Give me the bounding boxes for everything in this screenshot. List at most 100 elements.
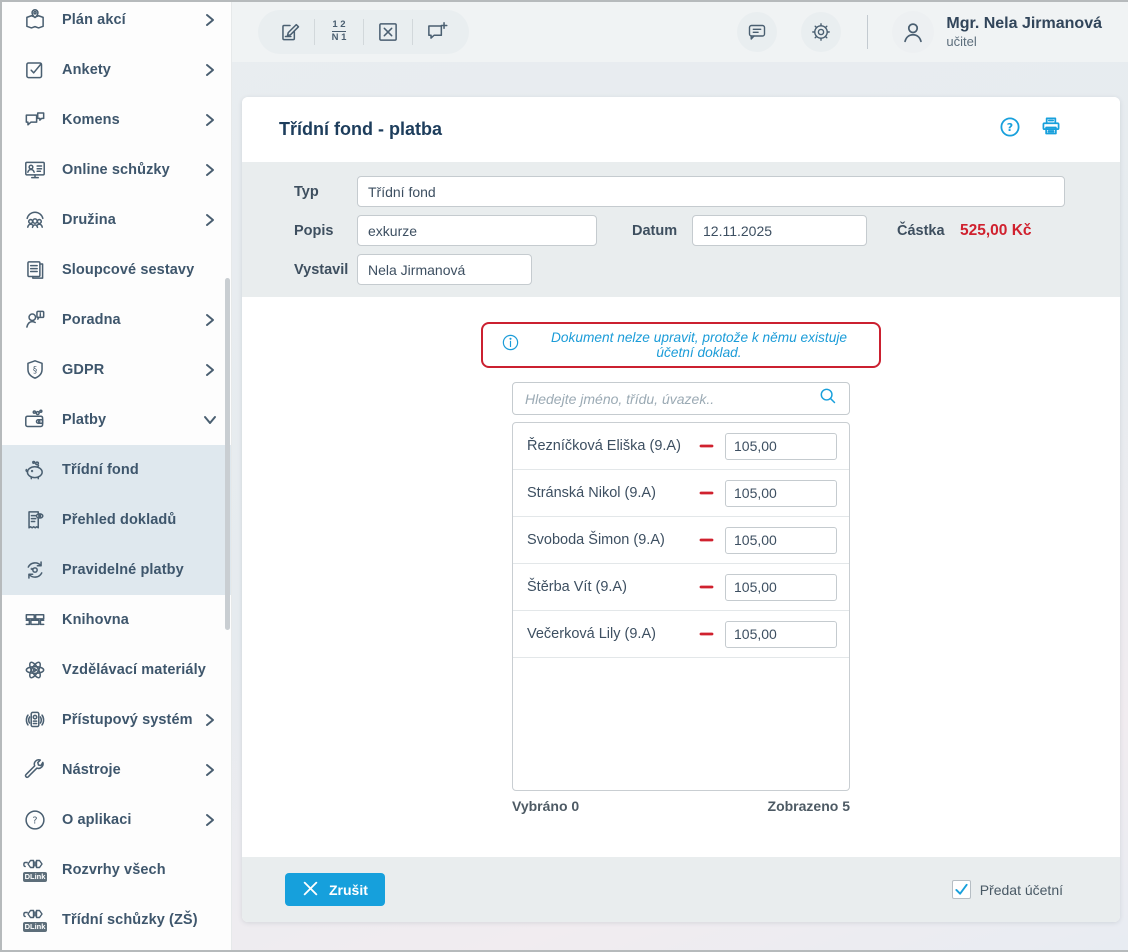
sidebar-item-nastroje[interactable]: Nástroje <box>2 745 231 795</box>
sidebar-item-label: Knihovna <box>62 612 217 628</box>
sidebar-item-o-aplikaci[interactable]: ? O aplikaci <box>2 795 231 845</box>
payment-panel: Třídní fond - platba ? Typ Popis Datum Č… <box>242 97 1120 922</box>
class-book-edit-button[interactable] <box>266 10 314 54</box>
topbar-right: Mgr. Nela Jirmanová učitel <box>713 11 1102 53</box>
settings-button[interactable] <box>801 12 841 52</box>
selected-count: Vybráno 0 <box>512 798 579 814</box>
sidebar-item-tridni-schuzky[interactable]: DLink Třídní schůzky (ZŠ) <box>2 895 231 945</box>
student-amount-input[interactable] <box>725 527 837 554</box>
sidebar-item-label: Třídní fond <box>62 462 217 478</box>
sidebar-item-label: Komens <box>62 112 203 128</box>
student-amount-input[interactable] <box>725 574 837 601</box>
sidebar-item-pravidelne-platby[interactable]: Pravidelné platby <box>2 545 231 595</box>
sidebar-item-rozvrhy-vsech[interactable]: DLink Rozvrhy všech <box>2 845 231 895</box>
help-icon[interactable]: ? <box>998 115 1022 144</box>
students-list: Řezníčková Eliška (9.A) Stránská Nikol (… <box>512 422 850 791</box>
sidebar-item-label: Ankety <box>62 62 203 78</box>
datum-input[interactable] <box>692 215 867 246</box>
panel-header: Třídní fond - platba ? <box>242 97 1120 162</box>
chevron-right-icon <box>203 13 217 27</box>
chat-bubbles-icon <box>17 107 53 133</box>
panel-content: Dokument nelze upravit, protože k němu e… <box>242 297 1120 857</box>
grades-icon: 1 2 N 1 <box>332 20 347 44</box>
remove-icon[interactable] <box>699 537 715 543</box>
sidebar-item-online-schuzky[interactable]: Online schůzky <box>2 145 231 195</box>
sidebar-item-gdpr[interactable]: § GDPR <box>2 345 231 395</box>
sidebar-item-pristupovy-system[interactable]: Přístupový systém <box>2 695 231 745</box>
student-amount-input[interactable] <box>725 621 837 648</box>
sidebar-item-komens[interactable]: Komens <box>2 95 231 145</box>
sidebar-item-platby[interactable]: Platby <box>2 395 231 445</box>
students-section: Řezníčková Eliška (9.A) Stránská Nikol (… <box>512 382 850 814</box>
student-amount-input[interactable] <box>725 480 837 507</box>
user-name: Mgr. Nela Jirmanová <box>946 15 1102 33</box>
app-window: Plán akcí Ankety Komens Online schůzky <box>2 2 1126 950</box>
sidebar-item-prehled-dokladu[interactable]: Přehled dokladů <box>2 495 231 545</box>
chevron-right-icon <box>203 63 217 77</box>
user-info[interactable]: Mgr. Nela Jirmanová učitel <box>946 15 1102 49</box>
sidebar-item-label: Sloupcové sestavy <box>62 262 217 278</box>
video-meeting-icon <box>17 157 53 183</box>
sidebar-item-knihovna[interactable]: Knihovna <box>2 595 231 645</box>
user-avatar[interactable] <box>892 11 934 53</box>
payment-form: Typ Popis Datum Částka 525,00 Kč Vystavi… <box>242 162 1120 297</box>
close-icon <box>302 880 319 900</box>
sidebar-item-plan-akci[interactable]: Plán akcí <box>2 2 231 45</box>
shown-count: Zobrazeno 5 <box>768 798 850 814</box>
sidebar-item-vzdelavaci-materialy[interactable]: Vzdělávací materiály <box>2 645 231 695</box>
sidebar-item-poradna[interactable]: Poradna <box>2 295 231 345</box>
sidebar-item-label: O aplikaci <box>62 812 203 828</box>
handover-checkbox[interactable] <box>952 880 971 899</box>
receipt-eye-icon <box>17 507 53 533</box>
sidebar-scrollbar[interactable] <box>225 278 230 630</box>
typ-label: Typ <box>294 184 357 200</box>
user-role: učitel <box>946 34 1102 49</box>
sidebar-item-druzina[interactable]: Družina <box>2 195 231 245</box>
student-row[interactable]: Řezníčková Eliška (9.A) <box>513 423 849 470</box>
student-row[interactable]: Svoboda Šimon (9.A) <box>513 517 849 564</box>
sidebar-item-label: Plán akcí <box>62 12 203 28</box>
student-row[interactable]: Večerková Lily (9.A) <box>513 611 849 658</box>
typ-input[interactable] <box>357 176 1065 207</box>
sidebar-item-ankety[interactable]: Ankety <box>2 45 231 95</box>
grades-button[interactable]: 1 2 N 1 <box>315 10 363 54</box>
sidebar-item-sloupcove-sestavy[interactable]: Sloupcové sestavy <box>2 245 231 295</box>
cancel-button[interactable]: Zrušit <box>285 873 385 906</box>
search-icon[interactable] <box>817 385 839 412</box>
student-row[interactable]: Stránská Nikol (9.A) <box>513 470 849 517</box>
remove-icon[interactable] <box>699 490 715 496</box>
sidebar-item-label: GDPR <box>62 362 203 378</box>
sidebar-item-tridni-fond[interactable]: Třídní fond <box>2 445 231 495</box>
form-row-typ: Typ <box>294 176 1065 207</box>
topbar-divider <box>867 15 868 49</box>
popis-input[interactable] <box>357 215 597 246</box>
wrench-icon <box>17 757 53 783</box>
student-name: Řezníčková Eliška (9.A) <box>527 438 699 454</box>
remove-icon[interactable] <box>699 584 715 590</box>
sidebar-item-label: Přehled dokladů <box>62 512 217 528</box>
chevron-right-icon <box>203 213 217 227</box>
handover-checkbox-wrap[interactable]: Předat účetní <box>952 880 1063 899</box>
new-message-button[interactable] <box>413 10 461 54</box>
piggy-bank-icon <box>17 457 53 483</box>
print-icon[interactable] <box>1038 114 1064 145</box>
panel-header-icons: ? <box>998 114 1064 145</box>
student-name: Štěrba Vít (9.A) <box>527 579 699 595</box>
svg-text:?: ? <box>1007 121 1013 134</box>
sidebar-item-label: Poradna <box>62 312 203 328</box>
remove-icon[interactable] <box>699 443 715 449</box>
list-footer: Vybráno 0 Zobrazeno 5 <box>512 798 850 814</box>
student-name: Svoboda Šimon (9.A) <box>527 532 699 548</box>
chevron-right-icon <box>203 313 217 327</box>
svg-text:§: § <box>33 366 37 376</box>
absence-button[interactable] <box>364 10 412 54</box>
sidebar-item-label: Rozvrhy všech <box>62 862 217 878</box>
messages-button[interactable] <box>737 12 777 52</box>
vystavil-input[interactable] <box>357 254 532 285</box>
student-row[interactable]: Štěrba Vít (9.A) <box>513 564 849 611</box>
student-amount-input[interactable] <box>725 433 837 460</box>
search-input[interactable] <box>525 391 817 407</box>
sidebar-item-label: Pravidelné platby <box>62 562 217 578</box>
checkbox-check-icon <box>17 57 53 83</box>
remove-icon[interactable] <box>699 631 715 637</box>
